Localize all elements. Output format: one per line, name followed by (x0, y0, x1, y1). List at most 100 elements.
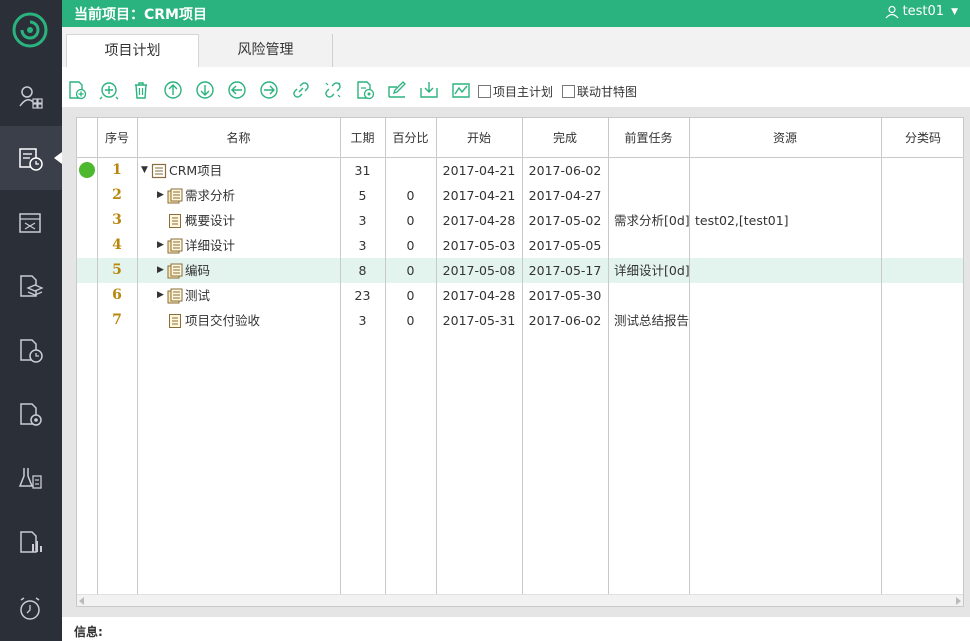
predecessor-cell[interactable]: 测试总结报告 (608, 308, 689, 333)
duration-cell[interactable]: 3 (340, 208, 385, 233)
nav-reports[interactable] (0, 510, 62, 574)
delete-icon[interactable] (131, 80, 151, 100)
indent-icon[interactable] (259, 80, 279, 100)
outdent-icon[interactable] (227, 80, 247, 100)
column-divider[interactable] (608, 118, 609, 596)
percent-cell[interactable]: 0 (385, 283, 436, 308)
category-code-cell[interactable] (881, 308, 963, 333)
horizontal-scrollbar[interactable] (77, 594, 963, 606)
start-date-cell[interactable]: 2017-04-28 (436, 283, 522, 308)
resource-cell[interactable] (689, 233, 881, 258)
linked-gantt-checkbox[interactable]: 联动甘特图 (562, 83, 637, 100)
col-header-seq[interactable]: 序号 (97, 118, 137, 158)
duration-cell[interactable]: 5 (340, 183, 385, 208)
resource-cell[interactable] (689, 258, 881, 283)
col-header-resources[interactable]: 资源 (689, 118, 881, 158)
start-date-cell[interactable]: 2017-05-31 (436, 308, 522, 333)
tab-project-plan[interactable]: 项目计划 (66, 34, 199, 67)
column-divider[interactable] (522, 118, 523, 596)
duration-cell[interactable]: 8 (340, 258, 385, 283)
move-up-icon[interactable] (163, 80, 183, 100)
column-divider[interactable] (137, 118, 138, 596)
predecessor-cell[interactable]: 需求分析[0d] (608, 208, 689, 233)
expand-icon[interactable]: ▶ (157, 258, 167, 283)
category-code-cell[interactable] (881, 208, 963, 233)
predecessor-cell[interactable] (608, 183, 689, 208)
link-icon[interactable] (291, 80, 311, 100)
col-header-name[interactable]: 名称 (137, 118, 340, 158)
add-subtask-icon[interactable] (99, 80, 119, 100)
predecessor-cell[interactable] (608, 233, 689, 258)
column-divider[interactable] (385, 118, 386, 596)
category-code-cell[interactable] (881, 158, 963, 183)
user-menu[interactable]: test01 ▼ (885, 4, 958, 19)
resource-cell[interactable] (689, 308, 881, 333)
scroll-left-icon[interactable] (79, 597, 84, 605)
main-plan-checkbox[interactable]: 项目主计划 (478, 83, 553, 100)
finish-date-cell[interactable]: 2017-04-27 (522, 183, 608, 208)
import-icon[interactable] (419, 80, 439, 100)
finish-date-cell[interactable]: 2017-06-02 (522, 308, 608, 333)
task-name-cell[interactable]: 概要设计 (137, 208, 340, 233)
nav-users[interactable] (0, 64, 62, 128)
col-header-duration[interactable]: 工期 (340, 118, 385, 158)
percent-cell[interactable]: 0 (385, 258, 436, 283)
col-header-predecessors[interactable]: 前置任务 (608, 118, 689, 158)
predecessor-cell[interactable]: 详细设计[0d] (608, 258, 689, 283)
table-row[interactable]: 6 ▶ 测试 23 0 2017-04-28 2017-05-30 (77, 283, 963, 308)
percent-cell[interactable]: 0 (385, 208, 436, 233)
duration-cell[interactable]: 3 (340, 308, 385, 333)
chart-icon[interactable] (451, 80, 471, 100)
column-divider[interactable] (340, 118, 341, 596)
resource-cell[interactable]: test02,[test01] (689, 208, 881, 233)
finish-date-cell[interactable]: 2017-05-30 (522, 283, 608, 308)
nav-calendar[interactable] (0, 190, 62, 254)
table-row[interactable]: 2 ▶ 需求分析 5 0 2017-04-21 2017-04-27 (77, 183, 963, 208)
start-date-cell[interactable]: 2017-04-21 (436, 183, 522, 208)
col-header-finish[interactable]: 完成 (522, 118, 608, 158)
percent-cell[interactable]: 0 (385, 233, 436, 258)
percent-cell[interactable] (385, 158, 436, 183)
category-code-cell[interactable] (881, 283, 963, 308)
resource-cell[interactable] (689, 158, 881, 183)
add-task-icon[interactable] (67, 80, 87, 100)
collapse-icon[interactable]: ▼ (141, 158, 151, 183)
table-row[interactable]: 7 项目交付验收 3 0 2017-05-31 2017-06-02 测试总结报告 (77, 308, 963, 333)
checkbox-box[interactable] (562, 85, 575, 98)
col-header-category[interactable]: 分类码 (881, 118, 963, 158)
expand-icon[interactable]: ▶ (157, 233, 167, 258)
unlink-icon[interactable] (323, 80, 343, 100)
predecessor-cell[interactable] (608, 283, 689, 308)
predecessor-cell[interactable] (608, 158, 689, 183)
expand-icon[interactable]: ▶ (157, 183, 167, 208)
checkbox-box[interactable] (478, 85, 491, 98)
task-name-cell[interactable]: ▶ 编码 (137, 258, 340, 283)
task-info-icon[interactable] (355, 80, 375, 100)
nav-alarm[interactable] (0, 576, 62, 640)
start-date-cell[interactable]: 2017-04-21 (436, 158, 522, 183)
finish-date-cell[interactable]: 2017-05-17 (522, 258, 608, 283)
task-name-cell[interactable]: ▶ 测试 (137, 283, 340, 308)
duration-cell[interactable]: 31 (340, 158, 385, 183)
table-row[interactable]: 1 ▼ CRM项目 31 2017-04-21 2017-06-02 (77, 158, 963, 183)
nav-settings[interactable] (0, 382, 62, 446)
finish-date-cell[interactable]: 2017-06-02 (522, 158, 608, 183)
duration-cell[interactable]: 3 (340, 233, 385, 258)
move-down-icon[interactable] (195, 80, 215, 100)
resource-cell[interactable] (689, 283, 881, 308)
table-row[interactable]: 3 概要设计 3 0 2017-04-28 2017-05-02 需求分析[0d] test0… (77, 208, 963, 233)
resource-cell[interactable] (689, 183, 881, 208)
task-name-cell[interactable]: ▼ CRM项目 (137, 158, 340, 183)
task-name-cell[interactable]: ▶ 详细设计 (137, 233, 340, 258)
column-divider[interactable] (689, 118, 690, 596)
category-code-cell[interactable] (881, 233, 963, 258)
start-date-cell[interactable]: 2017-05-03 (436, 233, 522, 258)
edit-icon[interactable] (387, 80, 407, 100)
category-code-cell[interactable] (881, 258, 963, 283)
start-date-cell[interactable]: 2017-05-08 (436, 258, 522, 283)
start-date-cell[interactable]: 2017-04-28 (436, 208, 522, 233)
column-divider[interactable] (881, 118, 882, 596)
nav-documents[interactable] (0, 254, 62, 318)
nav-project-plan[interactable] (0, 126, 62, 190)
tab-risk-management[interactable]: 风险管理 (199, 34, 333, 67)
